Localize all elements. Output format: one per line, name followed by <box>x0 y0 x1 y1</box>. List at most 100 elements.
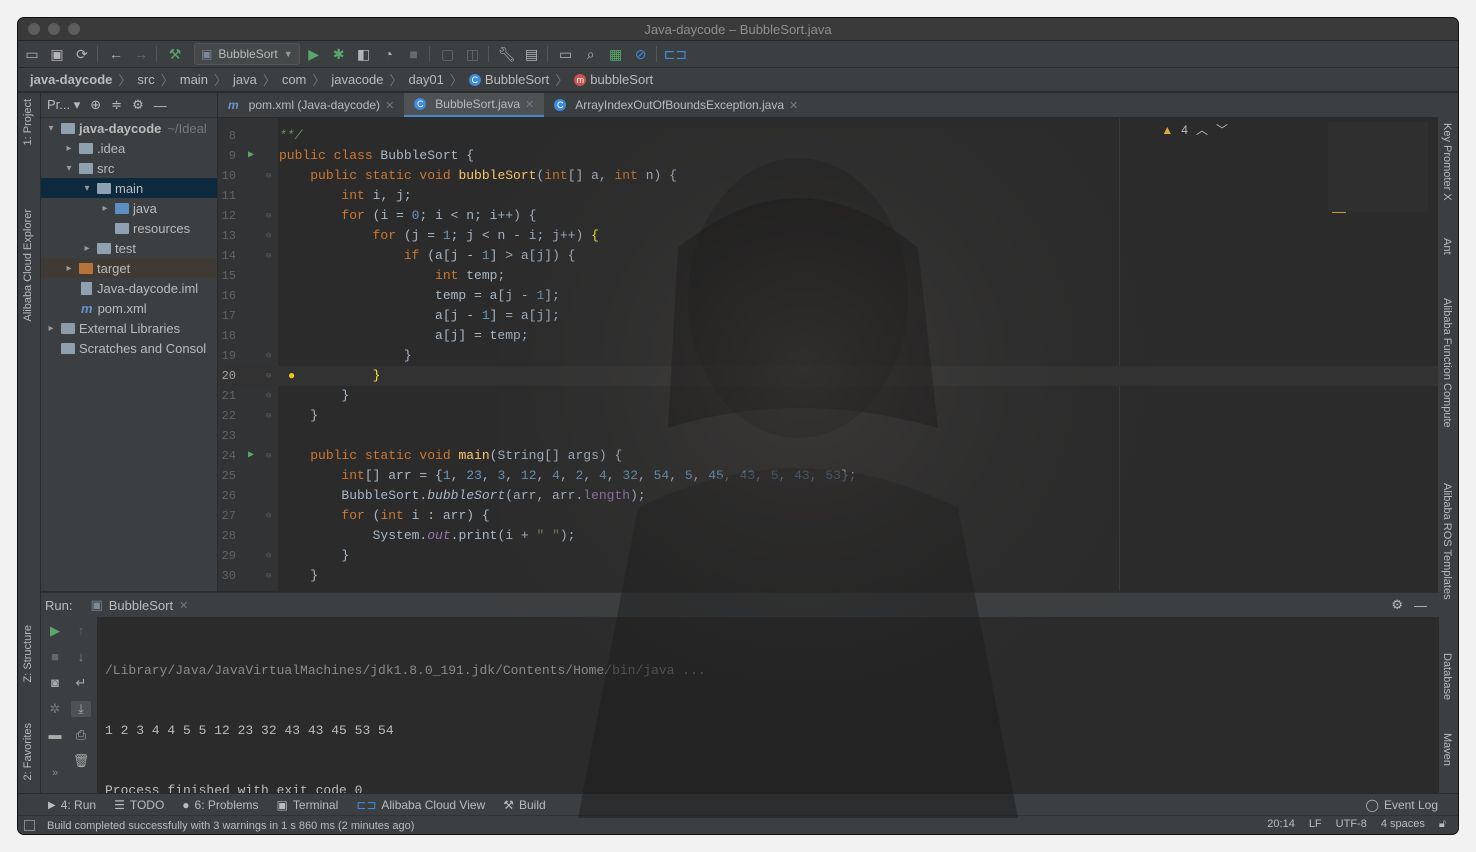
close-tab-icon[interactable]: ✕ <box>789 99 798 112</box>
sync-icon[interactable]: ⟳ <box>71 46 93 63</box>
run-configuration-select[interactable]: ▣ BubbleSort ▼ <box>194 43 300 65</box>
layout-toggle-icon[interactable] <box>24 820 35 831</box>
scroll-to-end-icon[interactable]: ⤓ <box>71 701 91 717</box>
fold-icon[interactable]: ⊖ <box>266 446 271 466</box>
attach-icon[interactable]: ▢ <box>437 46 459 63</box>
tab-pom-xml[interactable]: m pom.xml (Java-daycode) ✕ <box>218 93 404 117</box>
search-icon[interactable]: ⌕ <box>580 46 602 63</box>
device-icon[interactable]: ◫ <box>462 46 484 63</box>
fold-icon[interactable]: ⊖ <box>266 406 271 426</box>
gear-icon[interactable]: ⚙ <box>132 97 144 113</box>
code-line[interactable]: 10 ⊖ public static void bubbleSort(int[] … <box>218 166 1438 186</box>
breadcrumb-method-item[interactable]: m bubbleSort <box>574 72 653 87</box>
code-line[interactable]: 8 **/ <box>218 126 1438 146</box>
fold-icon[interactable]: ⊖ <box>266 386 271 406</box>
code-line-current[interactable]: 20 ⊖ ● } <box>218 366 1438 386</box>
tree-item-root[interactable]: ▾ java-daycode ~/Ideal <box>41 118 217 138</box>
code-line[interactable]: 30 ⊖ } <box>218 566 1438 586</box>
chevron-right-icon[interactable]: ▸ <box>63 143 75 154</box>
code-line[interactable]: 19 ⊖ } <box>218 346 1438 366</box>
terminal-window-icon[interactable]: ▭ <box>555 46 577 63</box>
breadcrumb-item[interactable]: java <box>233 72 257 87</box>
rerun-icon[interactable]: ▶ <box>45 623 65 639</box>
scroll-down-icon[interactable]: ↓ <box>71 649 91 664</box>
project-view-selector[interactable]: Pr... ▾ <box>47 97 80 113</box>
indent-setting[interactable]: 4 spaces <box>1381 818 1425 831</box>
tree-item-resources[interactable]: resources <box>41 218 217 238</box>
code-line[interactable]: 18 a[j] = temp; <box>218 326 1438 346</box>
breadcrumb-item[interactable]: src <box>137 72 154 87</box>
project-tool-button[interactable]: 1: Project <box>22 99 34 145</box>
breadcrumb-item[interactable]: javacode <box>331 72 383 87</box>
code-minimap[interactable] <box>1328 122 1428 212</box>
close-tab-icon[interactable]: ✕ <box>179 599 188 612</box>
chevron-right-icon[interactable]: ▸ <box>81 243 93 254</box>
fold-icon[interactable]: ⊖ <box>266 506 271 526</box>
camera-icon[interactable]: ◙ <box>45 675 65 690</box>
code-line[interactable]: 15 int temp; <box>218 266 1438 286</box>
run-config-tab[interactable]: ▣ BubbleSort ✕ <box>90 597 188 613</box>
chevron-right-icon[interactable]: ▸ <box>99 203 111 214</box>
breadcrumb-class-item[interactable]: C BubbleSort <box>468 72 549 87</box>
close-tab-icon[interactable]: ✕ <box>525 98 534 111</box>
chevron-right-icon[interactable]: ▸ <box>63 263 75 274</box>
file-encoding[interactable]: UTF-8 <box>1336 818 1367 831</box>
code-line[interactable]: 26 BubbleSort.bubbleSort(arr, arr.length… <box>218 486 1438 506</box>
chevron-down-icon[interactable]: ▾ <box>45 123 57 134</box>
more-icon[interactable]: » <box>45 767 65 779</box>
status-message[interactable]: Build completed successfully with 3 warn… <box>47 820 414 832</box>
fold-icon[interactable]: ⊖ <box>266 206 271 226</box>
event-log-button[interactable]: ◯ Event Log <box>1366 798 1438 812</box>
chevron-right-icon[interactable]: ▸ <box>45 323 57 334</box>
fold-icon[interactable]: ⊖ <box>266 566 271 586</box>
fold-icon[interactable]: ⊖ <box>266 346 271 366</box>
fold-icon[interactable]: ⊖ <box>266 166 271 186</box>
cloud-explorer-tool-button[interactable]: Alibaba Cloud Explorer <box>22 209 34 322</box>
code-line[interactable]: 29 ⊖ } <box>218 546 1438 566</box>
stop-icon[interactable]: ■ <box>45 649 65 664</box>
gear-icon[interactable]: ⚙ <box>1391 597 1403 613</box>
run-gutter-icon[interactable]: ▶ <box>248 446 254 466</box>
tree-item-target[interactable]: ▸ target <box>41 258 217 278</box>
hide-icon[interactable]: — <box>154 98 167 113</box>
ros-templates-tool-button[interactable]: Alibaba ROS Templates <box>1441 483 1453 600</box>
fold-icon[interactable]: ⊖ <box>266 366 271 386</box>
code-line[interactable]: 25 int[] arr = {1, 23, 3, 12, 4, 2, 4, 3… <box>218 466 1438 486</box>
run-icon[interactable]: ▶ <box>303 46 325 63</box>
key-promoter-tool-button[interactable]: Key Promoter X <box>1441 123 1453 201</box>
fold-icon[interactable]: ⊖ <box>266 226 271 246</box>
tree-item-src[interactable]: ▾ src <box>41 158 217 178</box>
breadcrumb-item[interactable]: main <box>180 72 208 87</box>
close-tab-icon[interactable]: ✕ <box>385 99 394 112</box>
tree-item-java[interactable]: ▸ java <box>41 198 217 218</box>
tree-item-external-libraries[interactable]: ▸ External Libraries <box>41 318 217 338</box>
tab-alibaba-cloud-view[interactable]: ⊏⊐ Alibaba Cloud View <box>356 798 485 812</box>
code-line[interactable]: 22 ⊖ } <box>218 406 1438 426</box>
tree-item-idea[interactable]: ▸ .idea <box>41 138 217 158</box>
fold-icon[interactable]: ⊖ <box>266 246 271 266</box>
profile-icon[interactable]: ◔ <box>378 46 400 62</box>
tab-problems[interactable]: ● 6: Problems <box>182 798 258 812</box>
stop-icon[interactable]: ■ <box>403 46 425 62</box>
code-line[interactable]: 11 int i, j; <box>218 186 1438 206</box>
lock-icon[interactable]: 🔓︎ <box>1439 818 1446 831</box>
breadcrumb-item[interactable]: com <box>282 72 307 87</box>
favorites-tool-button[interactable]: 2: Favorites <box>22 723 34 780</box>
project-structure-icon[interactable]: ▤ <box>521 46 543 63</box>
code-line[interactable]: 24 ▶ ⊖ public static void main(String[] ar… <box>218 446 1438 466</box>
code-line[interactable]: 17 a[j - 1] = a[j]; <box>218 306 1438 326</box>
run-gutter-icon[interactable]: ▶ <box>248 146 254 166</box>
tab-bubblesort-java[interactable]: C BubbleSort.java ✕ <box>404 93 545 117</box>
code-line[interactable]: 21 ⊖ } <box>218 386 1438 406</box>
tree-item-main[interactable]: ▾ main <box>41 178 217 198</box>
caret-position[interactable]: 20:14 <box>1267 818 1295 831</box>
tree-item-iml[interactable]: Java-daycode.iml <box>41 278 217 298</box>
structure-tool-button[interactable]: Z: Structure <box>22 625 34 682</box>
chevron-down-icon[interactable]: ▾ <box>81 183 93 194</box>
inspection-widget[interactable]: ▲ 4 ︿ ﹀ <box>1161 121 1228 138</box>
tab-arrayindexoutofbounds[interactable]: C ArrayIndexOutOfBoundsException.java ✕ <box>544 93 808 117</box>
line-separator[interactable]: LF <box>1309 818 1322 831</box>
chevron-down-icon[interactable]: ▾ <box>63 163 75 174</box>
back-icon[interactable]: ← <box>105 46 127 62</box>
settings-bug-icon[interactable]: ✲ <box>45 701 65 717</box>
